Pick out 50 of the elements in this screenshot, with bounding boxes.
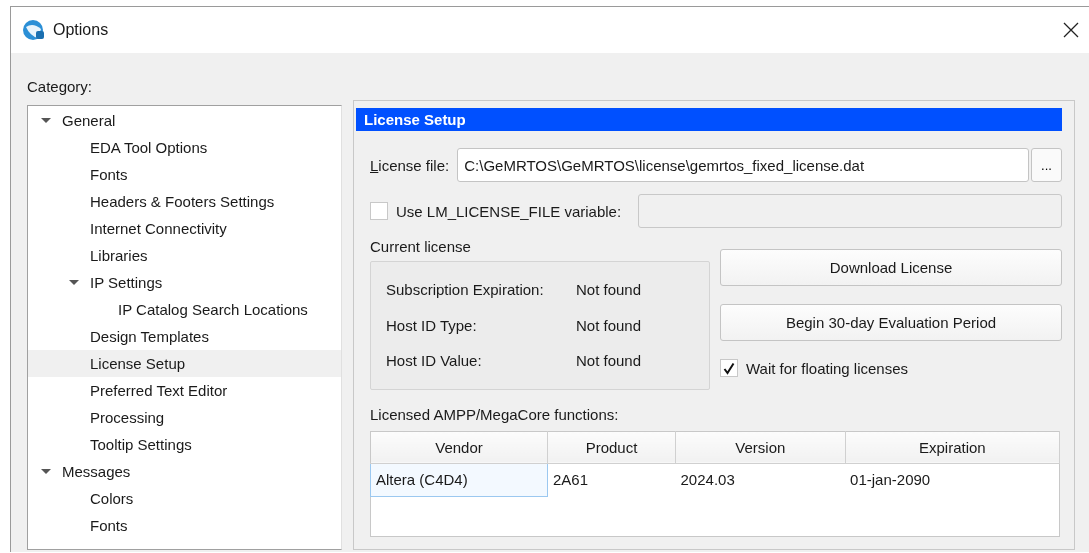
action-button[interactable]: Begin 30-day Evaluation Period: [720, 304, 1062, 341]
info-label: Subscription Expiration:: [386, 281, 545, 299]
app-logo-icon: [22, 18, 46, 42]
tree-item[interactable]: Processing: [28, 404, 341, 431]
checkbox[interactable]: [370, 202, 388, 220]
tree-item[interactable]: IP Catalog Search Locations: [28, 296, 341, 323]
tree-item[interactable]: Headers & Footers Settings: [28, 188, 341, 215]
tree-item[interactable]: Libraries: [28, 242, 341, 269]
variable-field[interactable]: [638, 194, 1062, 228]
tree-item[interactable]: Tooltip Settings: [28, 431, 341, 458]
tree-item[interactable]: Messages: [28, 458, 341, 485]
tree-item[interactable]: General: [28, 107, 341, 134]
tree-item[interactable]: Fonts: [28, 161, 341, 188]
expand-arrow-icon[interactable]: [41, 469, 51, 474]
category-label: Category:: [27, 78, 93, 95]
tree-item[interactable]: Design Templates: [28, 323, 341, 350]
info-value: Not found: [576, 352, 642, 370]
tree-item[interactable]: License Setup: [28, 350, 341, 377]
info-value: Not found: [576, 281, 642, 299]
checkbox[interactable]: [720, 359, 738, 377]
browse-button[interactable]: ...: [1031, 148, 1062, 182]
table-title: Licensed AMPP/MegaCore functions:: [370, 405, 619, 423]
column-header[interactable]: Vendor: [370, 431, 548, 463]
field-label: License file:: [370, 156, 450, 174]
checkbox-label: Wait for floating licenses: [746, 359, 908, 377]
info-label: Host ID Type:: [386, 316, 478, 334]
table-cell: Altera (C4D4): [370, 463, 548, 496]
table-cell: 2A61: [547, 463, 676, 496]
close-icon[interactable]: [1063, 22, 1079, 38]
table-cell: 01-jan-2090: [845, 463, 1060, 496]
tree-item[interactable]: Colors: [28, 485, 341, 512]
tree-item[interactable]: IP Settings: [28, 269, 341, 296]
tree-item[interactable]: Preferred Text Editor: [28, 377, 341, 404]
group-title: Current license: [370, 238, 471, 255]
info-value: Not found: [576, 316, 642, 334]
column-header[interactable]: Product: [547, 431, 676, 463]
column-header[interactable]: Expiration: [845, 431, 1060, 463]
license-file-field[interactable]: C:\GeMRTOS\GeMRTOS\license\gemrtos_fixed_license.dat: [457, 148, 1029, 182]
tree-item[interactable]: Fonts: [28, 512, 341, 539]
column-header[interactable]: Version: [675, 431, 846, 463]
panel-header: License Setup: [356, 108, 1062, 131]
action-button[interactable]: Download License: [720, 249, 1062, 286]
expand-arrow-icon[interactable]: [41, 118, 51, 123]
window-title: Options: [53, 21, 109, 39]
table-cell: 2024.03: [675, 463, 846, 496]
info-label: Host ID Value:: [386, 352, 483, 370]
checkbox-label: Use LM_LICENSE_FILE variable:: [396, 202, 622, 220]
tree-item[interactable]: EDA Tool Options: [28, 134, 341, 161]
expand-arrow-icon[interactable]: [69, 280, 79, 285]
tree-item[interactable]: Internet Connectivity: [28, 215, 341, 242]
